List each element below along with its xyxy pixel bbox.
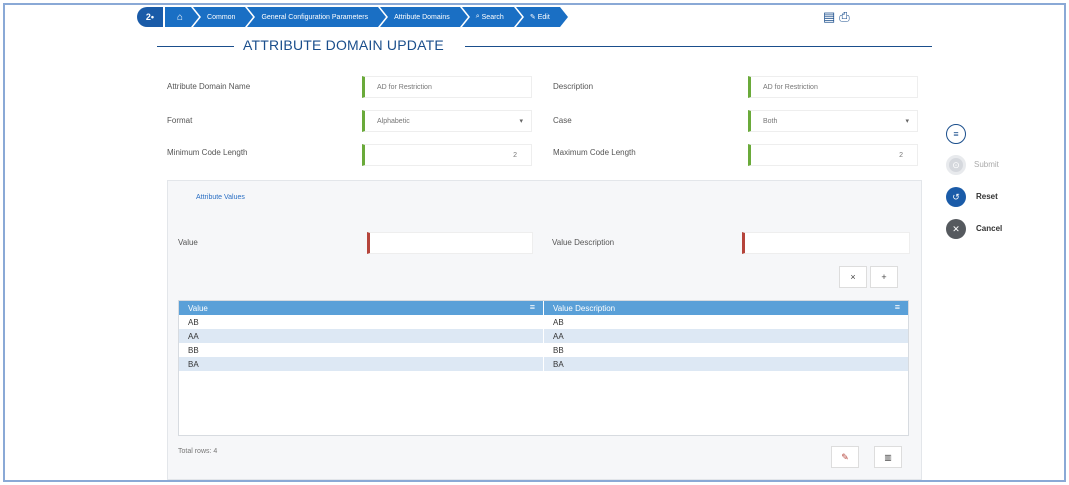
table-row[interactable]: AB AB — [179, 315, 908, 329]
cell-value-description: AB — [553, 317, 564, 327]
value-description-input[interactable] — [742, 232, 910, 254]
page-title: ATTRIBUTE DOMAIN UPDATE — [243, 37, 444, 53]
value-description-label: Value Description — [552, 238, 615, 247]
sort-icon: ≡ — [894, 302, 900, 312]
column-header-value-description-label: Value Description — [553, 303, 616, 313]
pencil-icon: ✎ — [841, 451, 849, 462]
breadcrumb-home[interactable]: ⌂ — [165, 7, 200, 27]
breadcrumb-attribute-domains[interactable]: Attribute Domains — [380, 7, 468, 27]
name-field[interactable]: AD for Restriction — [362, 76, 532, 98]
plus-icon: + — [881, 272, 887, 282]
column-header-value-description[interactable]: Value Description ≡ — [544, 301, 908, 315]
reset-icon: ↺ — [946, 187, 966, 207]
submit-label: Submit — [974, 160, 999, 169]
cell-value: AB — [179, 315, 544, 329]
case-select[interactable]: Both ▾ — [748, 110, 918, 132]
breadcrumb: 2• ⌂ Common General Configuration Parame… — [137, 6, 568, 28]
breadcrumb-edit-label: Edit — [537, 13, 550, 21]
edit-icon: ✎ — [529, 14, 536, 21]
app-logo[interactable]: 2• — [137, 7, 163, 27]
chevron-down-icon: ▾ — [905, 118, 909, 125]
save-icon[interactable]: ▤ — [823, 9, 835, 25]
clear-button[interactable]: × — [839, 266, 867, 288]
print-icon[interactable]: ⎙ — [839, 9, 849, 25]
title-rule-left — [157, 46, 234, 47]
table-header: Value ≡ Value Description ≡ — [179, 301, 908, 315]
description-field[interactable]: AD for Restriction — [748, 76, 918, 98]
max-length-field[interactable]: 2 — [748, 144, 918, 166]
name-label: Attribute Domain Name — [167, 82, 251, 91]
breadcrumb-search-label: Search — [481, 13, 504, 21]
cancel-action[interactable]: ✕ Cancel — [946, 219, 1002, 239]
attribute-values-table: Value ≡ Value Description ≡ AB AB AA AA BB… — [178, 300, 909, 436]
menu-icon: ≡ — [946, 124, 966, 144]
table-row[interactable]: AA AA — [179, 329, 908, 343]
submit-icon: ⊙ — [946, 155, 966, 175]
format-label: Format — [167, 116, 193, 125]
breadcrumb-general-config[interactable]: General Configuration Parameters — [247, 7, 386, 27]
close-icon: × — [850, 272, 856, 282]
tab-attribute-values[interactable]: Attribute Values — [196, 194, 245, 201]
format-select-value: Alphabetic — [377, 117, 410, 125]
column-header-value[interactable]: Value ≡ — [179, 301, 544, 315]
description-label: Description — [553, 82, 594, 91]
add-button[interactable]: + — [870, 266, 898, 288]
reset-label: Reset — [976, 192, 998, 201]
sort-icon: ≡ — [529, 302, 535, 312]
case-select-value: Both — [763, 117, 778, 125]
search-icon: ⌕ — [475, 13, 480, 20]
min-length-field[interactable]: 2 — [362, 144, 532, 166]
cell-value: BA — [179, 357, 544, 371]
top-toolbar: ▤ ⎙ — [823, 9, 850, 25]
side-menu-action[interactable]: ≡ — [946, 124, 966, 144]
table-row[interactable]: BB BB — [179, 343, 908, 357]
case-label: Case — [553, 116, 572, 125]
total-rows: Total rows: 4 — [178, 448, 218, 455]
delete-row-button[interactable]: ▥ — [874, 446, 902, 468]
cell-value: AA — [179, 329, 544, 343]
max-length-label: Maximum Code Length — [553, 148, 636, 157]
breadcrumb-edit[interactable]: ✎ Edit — [515, 7, 568, 27]
breadcrumb-search[interactable]: ⌕ Search — [461, 7, 522, 27]
home-icon: ⌂ — [177, 11, 184, 23]
cancel-icon: ✕ — [946, 219, 966, 239]
min-length-label: Minimum Code Length — [167, 148, 248, 157]
cell-value: BB — [179, 343, 544, 357]
format-select[interactable]: Alphabetic ▾ — [362, 110, 532, 132]
value-label: Value — [178, 238, 198, 247]
cell-value-description: AA — [553, 331, 564, 341]
value-input[interactable] — [367, 232, 533, 254]
cell-value-description: BA — [553, 359, 564, 369]
reset-action[interactable]: ↺ Reset — [946, 187, 998, 207]
column-header-value-label: Value — [188, 303, 208, 313]
edit-row-button[interactable]: ✎ — [831, 446, 859, 468]
cell-value-description: BB — [553, 345, 564, 355]
title-rule-right — [465, 46, 932, 47]
trash-icon: ▥ — [884, 452, 892, 462]
table-row[interactable]: BA BA — [179, 357, 908, 371]
breadcrumb-common[interactable]: Common — [193, 7, 254, 27]
cancel-label: Cancel — [976, 224, 1003, 233]
submit-action[interactable]: ⊙ Submit — [946, 155, 999, 175]
chevron-down-icon: ▾ — [519, 118, 523, 125]
